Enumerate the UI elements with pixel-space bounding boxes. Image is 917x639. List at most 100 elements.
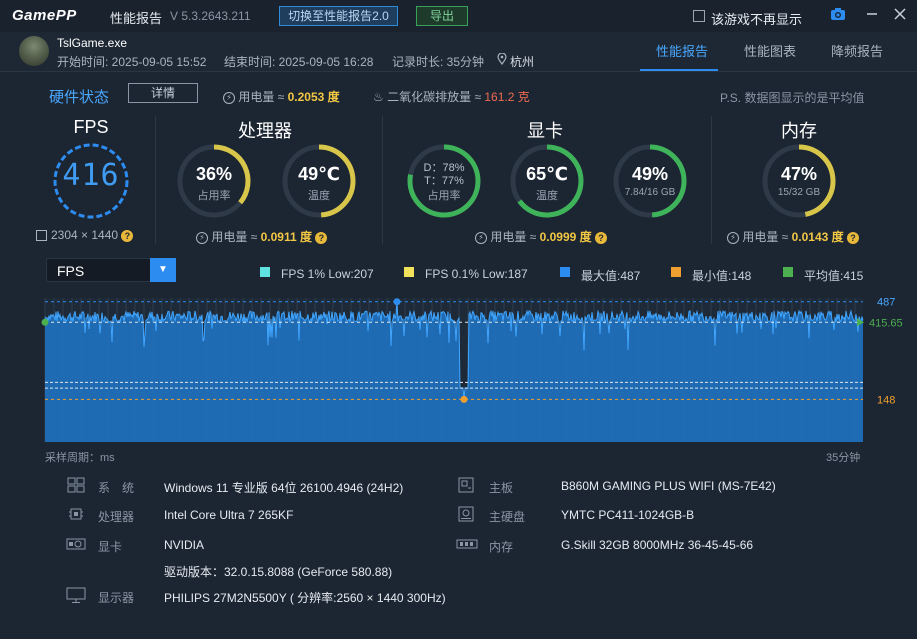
gpu-power: ⚡ 用电量 ≈ 0.0999 度 ? [475,228,607,245]
cpu-usage-label: 占用率 [197,190,231,202]
gpu-t-value: T：77% [424,175,464,187]
location: 杭州 [510,55,535,69]
app-version: V 5.3.2643.211 [170,9,251,23]
legend-avg: 平均值:415 [804,269,864,283]
gpu-title: 显卡 [527,121,563,141]
monitor-value: PHILIPS 27M2N5500Y ( 分辨率:2560 × 1440 300… [164,591,446,605]
gpu-power-value: 0.0999 度 [539,230,592,244]
windows-icon [66,477,86,493]
memory-label: 15/32 GB [777,187,821,198]
memory-label-info: 内存 [489,540,514,554]
gpu-vram-value: 49% [631,164,669,184]
tab-throttle-report[interactable]: 降频报告 [831,41,883,60]
power-icon: ⚡ [196,231,208,244]
os-label: 系 统 [98,481,135,495]
metric-select-value[interactable]: FPS [57,263,84,279]
gpu-vram-label: 7.84/16 GB [624,187,676,198]
gpu-label: 显卡 [98,540,123,554]
power-icon: ⚡ [727,231,739,244]
memory-power-value: 0.0143 度 [791,230,844,244]
end-time: 结束时间: 2025-09-05 16:28 [224,55,374,69]
motherboard-value: B860M GAMING PLUS WIFI (MS-7E42) [561,479,776,493]
help-icon[interactable]: ? [595,231,607,244]
help-icon[interactable]: ? [847,231,859,244]
minimize-icon[interactable] [863,7,881,25]
chevron-down-icon[interactable]: ▼ [150,258,176,282]
active-tab-indicator [640,69,718,71]
tab-performance-report[interactable]: 性能报告 [656,41,708,60]
cpu-title: 处理器 [238,121,292,141]
gpu-value: NVIDIA [164,538,205,552]
gpu-card-icon [66,536,86,552]
motherboard-label: 主板 [489,481,514,495]
location-pin-icon [497,52,507,68]
motherboard-icon [456,477,476,493]
legend-min: 最小值:148 [692,269,752,283]
divider [382,116,383,244]
x-axis-right-label: 35分钟 [826,452,861,464]
gpu-temp-value: 65℃ [526,164,568,184]
driver-version: 驱动版本：32.0.15.8088 (GeForce 580.88) [164,565,393,579]
fps-value: 416 [62,158,120,193]
divider [155,116,156,244]
avg-marker-left [41,318,49,326]
duration: 记录时长: 35分钟 [392,55,485,69]
disk-value: YMTC PC411-1024GB-B [561,508,695,522]
tab-performance-chart[interactable]: 性能图表 [744,41,796,60]
process-name: TslGame.exe [57,36,128,50]
max-label: 487 [877,297,895,309]
cpu-chip-icon [66,506,86,522]
gpu-temp-label: 温度 [536,190,558,202]
memory-value-info: G.Skill 32GB 8000MHz 36-45-45-66 [561,538,754,552]
disk-icon [456,506,476,522]
legend-max: 最大值:487 [581,269,641,283]
legend-swatch-1pct [260,267,270,277]
detail-button[interactable]: 详情 [128,83,198,103]
cpu-label: 处理器 [98,510,135,524]
cpu-value: Intel Core Ultra 7 265KF [164,508,294,522]
hide-game-checkbox[interactable] [693,10,705,22]
co2-icon: ♨ [373,90,384,104]
cpu-usage-value: 36% [195,164,233,184]
game-avatar [19,36,49,66]
total-power-label: 用电量 ≈ [238,90,285,104]
co2-emission: ♨ 二氧化碳排放量 ≈ 161.2 克 [373,88,530,105]
cpu-power-label: 用电量 ≈ [211,230,258,244]
help-icon[interactable]: ? [315,231,328,244]
legend-swatch-min [671,267,681,277]
legend-1pct-low: FPS 1% Low:207 [281,267,374,281]
help-icon[interactable]: ? [121,229,134,242]
cpu-power: ⚡ 用电量 ≈ 0.0911 度 ? [196,228,328,245]
fps-resolution: 2304 × 1440 ? [36,228,134,242]
legend-swatch-avg [783,267,793,277]
resolution-value: 2304 × 1440 [51,228,119,242]
cpu-temp-value: 49℃ [298,164,340,184]
resolution-icon [36,230,47,242]
monitor-icon [66,587,86,603]
close-icon[interactable] [891,7,909,25]
cpu-power-value: 0.0911 度 [260,230,312,244]
memory-value: 47% [780,164,818,184]
co2-value: 161.2 克 [484,90,530,104]
os-value: Windows 11 专业版 64位 26100.4946 (24H2) [164,481,404,495]
hide-game-label[interactable]: 该游戏不再显示 [711,9,802,28]
legend-01pct-low: FPS 0.1% Low:187 [425,267,528,281]
camera-icon[interactable] [829,7,847,25]
switch-report-button[interactable]: 切换至性能报告2.0 [279,6,398,26]
memory-power-label: 用电量 ≈ [742,230,789,244]
gpu-usage-label: 占用率 [427,190,461,202]
memory-power: ⚡ 用电量 ≈ 0.0143 度 ? [727,228,859,245]
cpu-temp-label: 温度 [308,190,330,202]
max-marker [393,298,401,306]
fps-chart[interactable]: 487 415.65 148 [0,290,917,446]
min-marker [460,395,468,403]
legend-swatch-max [560,267,570,277]
export-button[interactable]: 导出 [416,6,468,26]
disk-label: 主硬盘 [489,510,526,524]
gpu-power-label: 用电量 ≈ [490,230,537,244]
avg-label: 415.65 [869,317,903,329]
hardware-status-title: 硬件状态 [49,89,110,106]
window-title: 性能报告 [110,11,163,26]
total-power-value: 0.2053 度 [287,90,340,104]
memory-stick-icon [456,536,478,552]
